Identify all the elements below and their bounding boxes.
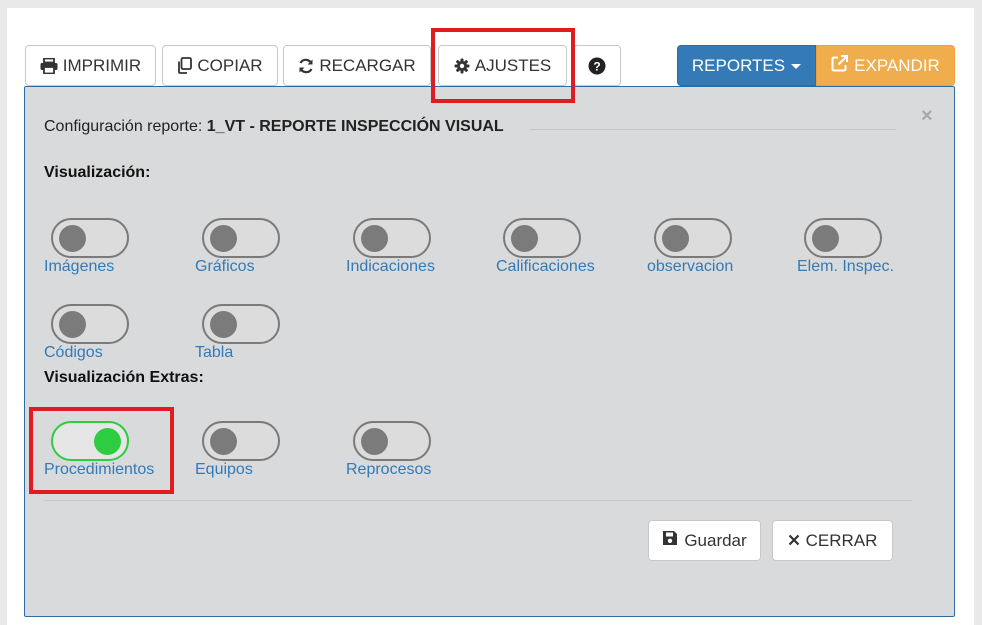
toggle-knob bbox=[511, 225, 538, 252]
toggle-knob bbox=[94, 428, 121, 455]
copy-button[interactable]: COPIAR bbox=[162, 45, 278, 86]
reload-button[interactable]: RECARGAR bbox=[283, 45, 431, 86]
toggle-label-codigos[interactable]: Códigos bbox=[44, 344, 103, 362]
toggle-knob bbox=[812, 225, 839, 252]
reports-dropdown-button[interactable]: REPORTES bbox=[677, 45, 816, 86]
toggle-calificaciones[interactable] bbox=[503, 218, 581, 258]
toggle-knob bbox=[210, 428, 237, 455]
settings-button[interactable]: AJUSTES bbox=[438, 45, 567, 86]
toggle-procedimientos[interactable] bbox=[51, 421, 129, 461]
toggle-reprocesos[interactable] bbox=[353, 421, 431, 461]
toggle-imagenes[interactable] bbox=[51, 218, 129, 258]
toggle-knob bbox=[662, 225, 689, 252]
expand-button[interactable]: EXPANDIR bbox=[816, 45, 955, 86]
toggle-knob bbox=[361, 428, 388, 455]
print-label: IMPRIMIR bbox=[62, 55, 142, 75]
toggle-knob bbox=[361, 225, 388, 252]
toggle-knob bbox=[210, 311, 237, 338]
toggle-tabla[interactable] bbox=[202, 304, 280, 344]
printer-icon bbox=[40, 57, 58, 74]
toggle-label-reprocesos[interactable]: Reprocesos bbox=[346, 461, 431, 479]
caret-down-icon bbox=[791, 64, 802, 69]
toggle-observacion[interactable] bbox=[654, 218, 732, 258]
toggle-elem-inspec[interactable] bbox=[804, 218, 882, 258]
expand-label: EXPANDIR bbox=[854, 55, 940, 75]
toggle-knob bbox=[59, 225, 86, 252]
section-visualizacion-heading: Visualización: bbox=[44, 164, 151, 181]
toggle-knob bbox=[59, 311, 86, 338]
toggle-label-graficos[interactable]: Gráficos bbox=[195, 258, 255, 276]
reports-label: REPORTES bbox=[691, 55, 786, 75]
close-panel-icon[interactable]: × bbox=[921, 105, 933, 128]
toggle-codigos[interactable] bbox=[51, 304, 129, 344]
refresh-icon bbox=[298, 58, 314, 74]
copy-icon bbox=[177, 57, 193, 74]
svg-text:?: ? bbox=[593, 59, 600, 73]
save-label: Guardar bbox=[684, 530, 747, 550]
gear-icon bbox=[454, 58, 470, 74]
toggle-graficos[interactable] bbox=[202, 218, 280, 258]
toggle-equipos[interactable] bbox=[202, 421, 280, 461]
title-divider bbox=[530, 129, 896, 130]
save-button[interactable]: Guardar bbox=[648, 520, 761, 561]
toggle-label-calificaciones[interactable]: Calificaciones bbox=[496, 258, 595, 276]
config-title-prefix: Configuración reporte: bbox=[44, 118, 203, 135]
toggle-label-indicaciones[interactable]: Indicaciones bbox=[346, 258, 435, 276]
toggle-label-equipos[interactable]: Equipos bbox=[195, 461, 253, 479]
config-title: Configuración reporte: 1_VT - REPORTE IN… bbox=[44, 118, 504, 136]
toggle-label-elem-inspec[interactable]: Elem. Inspec. bbox=[797, 258, 894, 276]
toggle-label-observacion[interactable]: observacion bbox=[647, 258, 733, 276]
footer-divider bbox=[44, 500, 912, 501]
close-icon bbox=[788, 531, 800, 551]
toggle-label-procedimientos[interactable]: Procedimientos bbox=[44, 461, 154, 479]
question-circle-icon: ? bbox=[588, 57, 606, 75]
toggle-knob bbox=[210, 225, 237, 252]
reload-label: RECARGAR bbox=[319, 55, 416, 75]
external-link-icon bbox=[831, 54, 849, 77]
toggle-indicaciones[interactable] bbox=[353, 218, 431, 258]
close-label: CERRAR bbox=[805, 530, 878, 550]
floppy-disk-icon bbox=[662, 530, 678, 551]
print-button[interactable]: IMPRIMIR bbox=[25, 45, 156, 86]
toggle-label-imagenes[interactable]: Imágenes bbox=[44, 258, 114, 276]
config-title-value: 1_VT - REPORTE INSPECCIÓN VISUAL bbox=[206, 118, 504, 135]
copy-label: COPIAR bbox=[197, 55, 263, 75]
help-button[interactable]: ? bbox=[573, 45, 621, 86]
settings-label: AJUSTES bbox=[474, 55, 552, 75]
section-extras-heading: Visualización Extras: bbox=[44, 369, 204, 386]
toggle-label-tabla[interactable]: Tabla bbox=[195, 344, 233, 362]
close-button[interactable]: CERRAR bbox=[772, 520, 893, 561]
